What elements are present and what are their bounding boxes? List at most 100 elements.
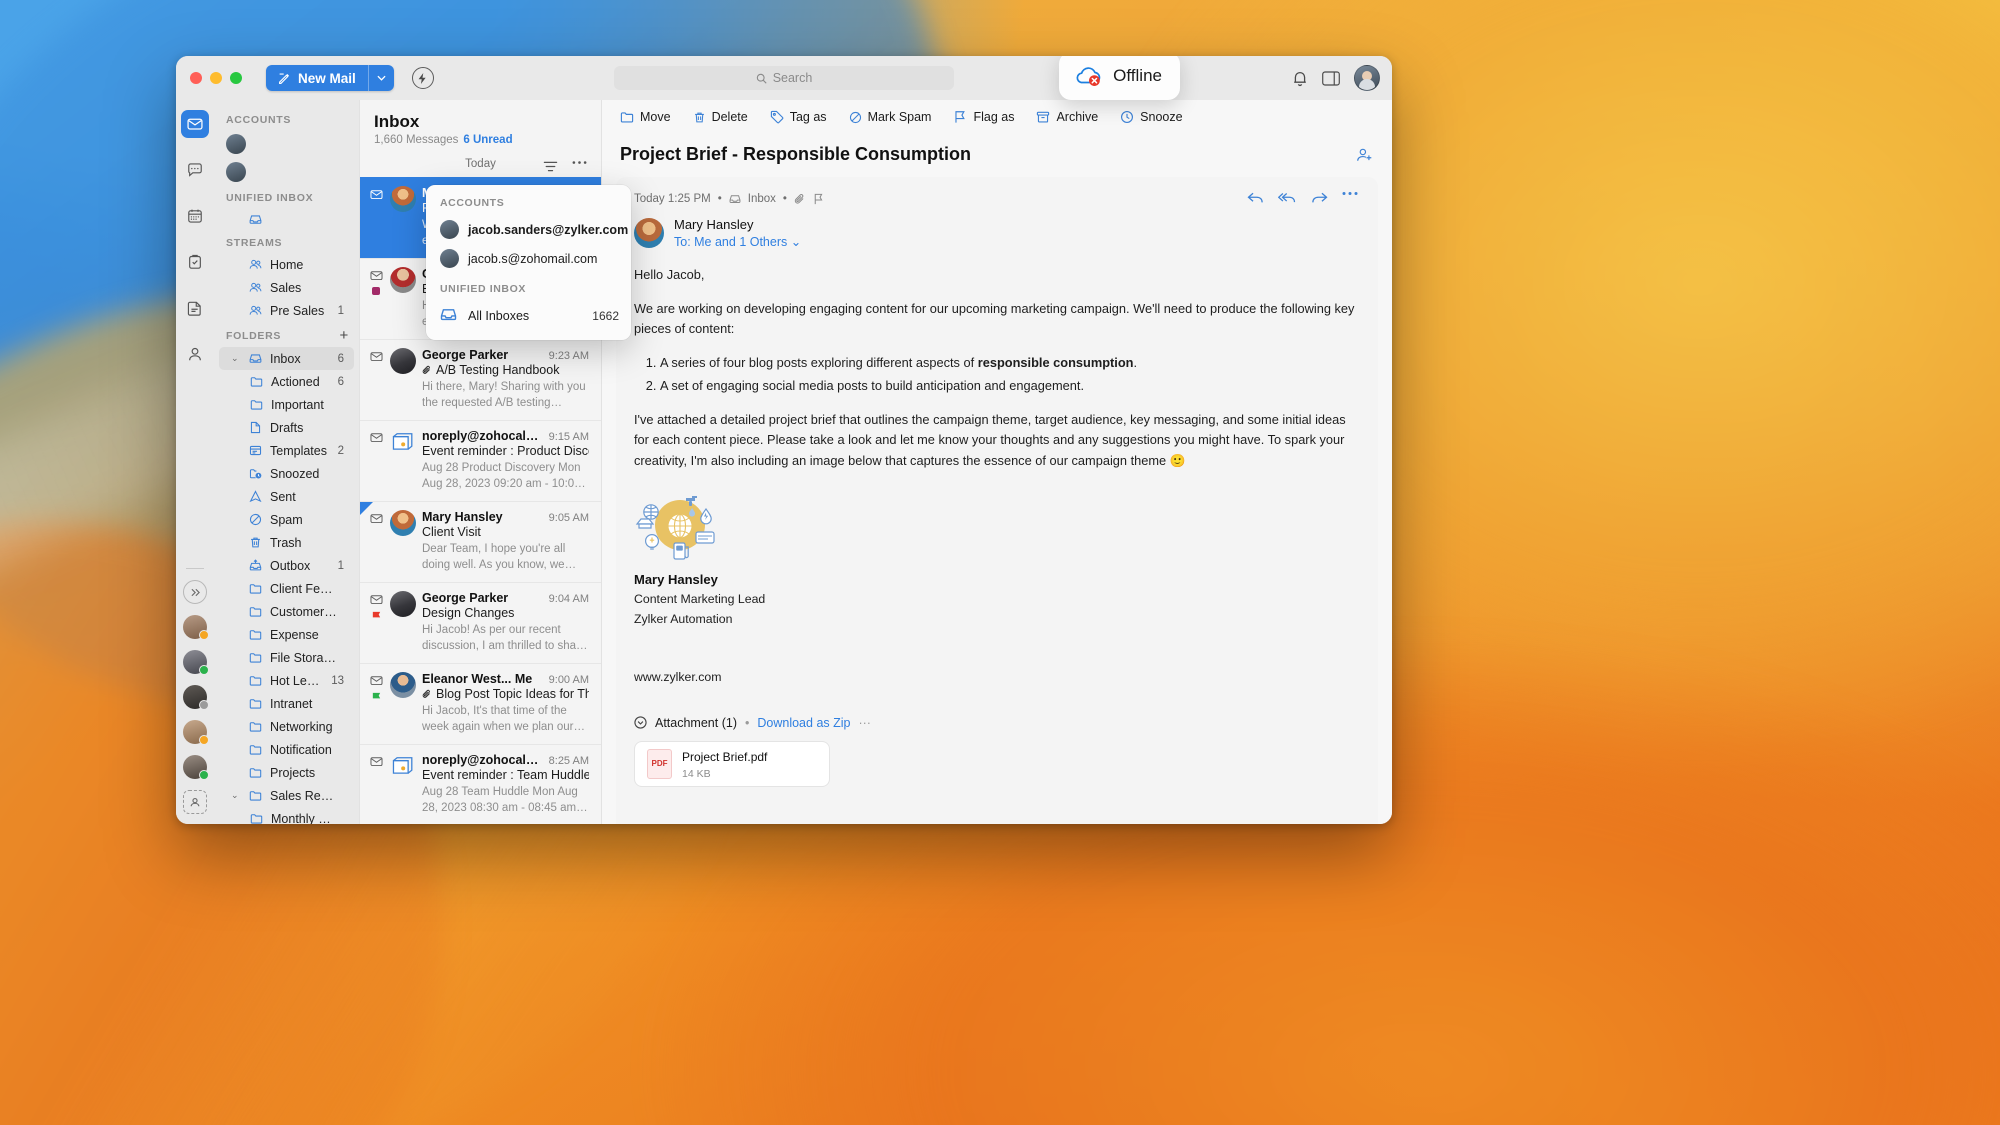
close-window-button[interactable] [190, 72, 202, 84]
unread-envelope-icon[interactable] [369, 269, 383, 282]
message-list-item[interactable]: noreply@zohocalendar.com 8:25 AM Event r… [360, 744, 601, 824]
presence-avatar-4[interactable] [183, 720, 209, 745]
filter-icon[interactable] [543, 160, 558, 173]
attachment-more-icon[interactable]: ··· [858, 716, 871, 730]
rail-item-tasks[interactable] [181, 248, 209, 276]
sidebar-folder-important[interactable]: Important [219, 393, 354, 416]
presence-avatar-1[interactable] [183, 615, 209, 640]
sidebar-folder-monthly-re[interactable]: Monthly Re... [219, 807, 354, 824]
new-mail-button-group[interactable]: New Mail [266, 65, 394, 91]
sidebar-folder-drafts[interactable]: Drafts [219, 416, 354, 439]
toggle-panel-icon[interactable] [1322, 70, 1340, 86]
calendar-sender-icon [390, 753, 416, 779]
sidebar-folder-inbox[interactable]: ⌄ Inbox 6 [219, 347, 354, 370]
unread-envelope-icon[interactable] [369, 350, 383, 363]
new-mail-button[interactable]: New Mail [266, 65, 368, 91]
toolbar-move-button[interactable]: Move [620, 110, 671, 124]
sidebar-folder-sent[interactable]: Sent [219, 485, 354, 508]
popover-all-inboxes[interactable]: All Inboxes 1662 [426, 301, 631, 330]
reply-all-icon[interactable] [1278, 191, 1297, 205]
email-body: Hello Jacob, We are working on developin… [634, 265, 1360, 688]
toolbar-tag-as-button[interactable]: Tag as [770, 110, 827, 124]
popover-account-1[interactable]: jacob.sanders@zylker.com [426, 215, 631, 244]
add-contact-button[interactable] [183, 790, 207, 814]
message-status-icons [368, 267, 384, 330]
sidebar-folder-projects[interactable]: Projects [219, 761, 354, 784]
sidebar-account-2[interactable] [214, 158, 359, 186]
folders-sidebar[interactable]: ACCOUNTS UNIFIED INBOX STREAMS Home Sale… [214, 100, 359, 824]
sidebar-folder-hot-leads[interactable]: Hot Leads 13 [219, 669, 354, 692]
sidebar-stream-pre-sales[interactable]: Pre Sales 1 [219, 299, 354, 322]
sidebar-folder-expense[interactable]: Expense [219, 623, 354, 646]
sidebar-folder-outbox[interactable]: Outbox 1 [219, 554, 354, 577]
sidebar-folder-file-storage[interactable]: File Storage [219, 646, 354, 669]
sidebar-folder-networking[interactable]: Networking [219, 715, 354, 738]
sidebar-folder-templates[interactable]: Templates 2 [219, 439, 354, 462]
email-subject: Project Brief - Responsible Consumption [620, 144, 972, 164]
toolbar-snooze-button[interactable]: Snooze [1120, 110, 1183, 124]
rail-item-mail[interactable] [181, 110, 209, 138]
unread-envelope-icon[interactable] [369, 593, 383, 606]
sidebar-stream-sales[interactable]: Sales [219, 276, 354, 299]
reply-icon[interactable] [1247, 191, 1264, 205]
minimize-window-button[interactable] [210, 72, 222, 84]
expand-rail-button[interactable] [183, 580, 207, 604]
sidebar-folder-notification[interactable]: Notification [219, 738, 354, 761]
message-list-item[interactable]: George Parker 9:04 AM Design Changes Hi … [360, 582, 601, 663]
quick-actions-icon[interactable] [411, 67, 434, 89]
add-contact-icon[interactable] [1356, 147, 1374, 163]
sender-recipients[interactable]: To: Me and 1 Others ⌄ [674, 234, 801, 249]
rail-item-notes[interactable] [181, 294, 209, 322]
notifications-bell-icon[interactable] [1292, 70, 1308, 87]
attachment-collapse-icon[interactable] [634, 716, 647, 729]
download-as-zip-link[interactable]: Download as Zip [757, 716, 850, 730]
folder-label: Sales Reports [270, 788, 337, 803]
sidebar-folder-trash[interactable]: Trash [219, 531, 354, 554]
zoom-window-button[interactable] [230, 72, 242, 84]
unread-envelope-icon[interactable] [369, 674, 383, 687]
calendar-sender-icon [390, 429, 416, 455]
sidebar-folder-spam[interactable]: Spam [219, 508, 354, 531]
toolbar-label: Tag as [789, 110, 827, 124]
rail-item-calendar[interactable] [181, 202, 209, 230]
popover-account-2[interactable]: jacob.s@zohomail.com [426, 244, 631, 273]
add-folder-icon[interactable]: + [340, 328, 349, 343]
sidebar-folder-intranet[interactable]: Intranet [219, 692, 354, 715]
sidebar-folder-actioned[interactable]: Actioned 6 [219, 370, 354, 393]
toolbar-mark-spam-button[interactable]: Mark Spam [849, 110, 931, 124]
unread-envelope-icon[interactable] [369, 188, 383, 201]
forward-icon[interactable] [1311, 191, 1328, 205]
signature-company: Zylker Automation [634, 611, 733, 626]
presence-avatar-5[interactable] [183, 755, 209, 780]
rail-item-chat[interactable] [181, 156, 209, 184]
sidebar-account-1[interactable] [214, 130, 359, 158]
user-avatar[interactable] [1354, 65, 1380, 91]
meta-sep-1: • [717, 193, 722, 205]
sidebar-folder-customer-su[interactable]: Customer Su... [219, 600, 354, 623]
sidebar-folder-sales-reports[interactable]: ⌄ Sales Reports [219, 784, 354, 807]
message-more-icon[interactable] [1342, 191, 1358, 205]
sidebar-folder-snoozed[interactable]: Snoozed [219, 462, 354, 485]
presence-avatar-2[interactable] [183, 650, 209, 675]
folder-twisty[interactable]: ⌄ [231, 790, 241, 801]
toolbar-flag-as-button[interactable]: Flag as [953, 110, 1014, 124]
toolbar-delete-button[interactable]: Delete [693, 110, 748, 124]
sidebar-stream-home[interactable]: Home [219, 253, 354, 276]
new-mail-dropdown-button[interactable] [367, 65, 394, 91]
rail-item-contacts[interactable] [181, 340, 209, 368]
unread-envelope-icon[interactable] [369, 755, 383, 768]
message-list-item[interactable]: George Parker 9:23 AM A/B Testing Handbo… [360, 339, 601, 420]
sidebar-all-inboxes[interactable] [219, 208, 354, 231]
accounts-popover[interactable]: ACCOUNTS jacob.sanders@zylker.com jacob.… [426, 185, 631, 340]
folder-twisty[interactable]: ⌄ [231, 353, 241, 364]
list-more-icon[interactable] [572, 160, 587, 173]
message-list-item[interactable]: Mary Hansley 9:05 AM Client Visit Dear T… [360, 501, 601, 582]
unread-envelope-icon[interactable] [369, 431, 383, 444]
attachment-item[interactable]: PDF Project Brief.pdf 14 KB [634, 740, 830, 787]
toolbar-archive-button[interactable]: Archive [1036, 110, 1098, 124]
search-input[interactable]: Search [614, 66, 954, 90]
message-list-item[interactable]: noreply@zohocalendar.com 9:15 AM Event r… [360, 420, 601, 501]
presence-avatar-3[interactable] [183, 685, 209, 710]
sidebar-folder-client-feedba[interactable]: Client Feedba... [219, 577, 354, 600]
message-list-item[interactable]: Eleanor West... Me 9:00 AM Blog Post Top… [360, 663, 601, 744]
